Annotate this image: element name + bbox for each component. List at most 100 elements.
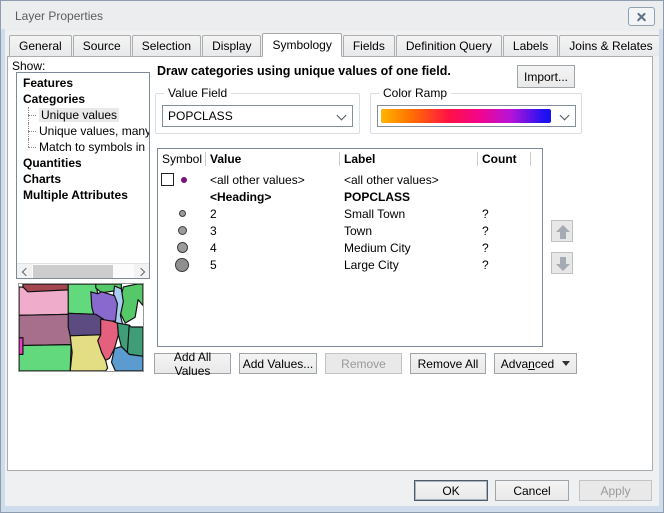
tab-strip: GeneralSourceSelectionDisplaySymbologyFi… (9, 34, 664, 56)
dropdown-caret-icon (562, 361, 570, 366)
point-symbol-icon (181, 177, 187, 183)
count-cell: ? (478, 258, 531, 272)
tab-labels[interactable]: Labels (503, 35, 558, 56)
tab-selection[interactable]: Selection (132, 35, 201, 56)
layer-properties-dialog: Layer Properties GeneralSourceSelectionD… (0, 0, 664, 513)
title-bar[interactable]: Layer Properties (1, 1, 663, 31)
table-row[interactable]: 3Town? (158, 222, 542, 239)
symbol-cell[interactable] (158, 205, 206, 222)
remove-button: Remove (325, 353, 402, 374)
show-item-categories[interactable]: Categories (17, 91, 149, 107)
table-row[interactable]: <Heading>POPCLASS (158, 188, 542, 205)
value-field-group: Value Field POPCLASS (155, 93, 360, 134)
show-item-label: Categories (23, 92, 85, 106)
show-item-label: Features (23, 76, 73, 90)
table-row[interactable]: 4Medium City? (158, 239, 542, 256)
value-cell: <all other values> (206, 173, 340, 187)
point-symbol-icon (177, 242, 188, 253)
table-row[interactable]: <all other values><all other values> (158, 171, 542, 188)
advanced-button[interactable]: Advanced (494, 353, 577, 374)
tab-general[interactable]: General (9, 35, 72, 56)
add-all-values-button[interactable]: Add All Values (154, 353, 231, 374)
tab-source[interactable]: Source (73, 35, 131, 56)
window-frame-left (1, 29, 5, 512)
symbol-cell[interactable] (158, 171, 206, 188)
value-field-selected-value: POPCLASS (168, 109, 233, 123)
symbol-cell[interactable] (158, 256, 206, 273)
show-item-label: Unique values (39, 108, 119, 122)
states-map-image (19, 284, 143, 371)
arrow-up-icon (556, 225, 570, 232)
map-preview-thumbnail (18, 283, 144, 372)
arrow-down-icon (556, 264, 570, 271)
all-other-values-checkbox[interactable] (161, 173, 174, 186)
scrollbar-thumb[interactable] (33, 265, 113, 278)
tab-joins-relates[interactable]: Joins & Relates (559, 35, 662, 56)
count-cell: ? (478, 224, 531, 238)
chevron-down-icon (337, 111, 347, 121)
column-header-value: Value (206, 152, 340, 166)
show-label: Show: (12, 59, 45, 73)
value-cell: 3 (206, 224, 340, 238)
window-frame-bottom (1, 506, 663, 512)
point-symbol-icon (178, 226, 187, 235)
point-symbol-icon (179, 210, 186, 217)
chevron-right-icon (136, 267, 144, 275)
show-list[interactable]: Features Categories Unique values Unique va… (16, 72, 150, 279)
show-item-label: Charts (23, 172, 61, 186)
value-cell: 4 (206, 241, 340, 255)
window-title: Layer Properties (15, 9, 103, 23)
tab-symbology[interactable]: Symbology (262, 33, 341, 57)
tab-display[interactable]: Display (202, 35, 261, 56)
tab-fields[interactable]: Fields (343, 35, 395, 56)
move-up-button[interactable] (551, 220, 573, 242)
show-item-charts[interactable]: Charts (17, 171, 149, 187)
table-row[interactable]: 2Small Town? (158, 205, 542, 222)
remove-all-button[interactable]: Remove All (410, 353, 486, 374)
show-item-multiple-attributes[interactable]: Multiple Attributes (17, 187, 149, 203)
show-item-unique-values[interactable]: Unique values (17, 107, 149, 123)
tab-definition-query[interactable]: Definition Query (396, 35, 502, 56)
label-cell: Small Town (340, 207, 478, 221)
label-cell: Medium City (340, 241, 478, 255)
show-item-features[interactable]: Features (17, 75, 149, 91)
point-symbol-icon (175, 258, 189, 272)
close-button[interactable] (628, 7, 655, 26)
show-item-quantities[interactable]: Quantities (17, 155, 149, 171)
symbol-cell[interactable] (158, 239, 206, 256)
show-item-label: Match to symbols in a (39, 140, 149, 154)
color-ramp-gradient (381, 109, 551, 123)
add-values-button[interactable]: Add Values... (239, 353, 317, 374)
symbol-cell[interactable] (158, 222, 206, 239)
show-list-hscrollbar[interactable] (17, 263, 149, 278)
move-down-button[interactable] (551, 252, 573, 274)
label-cell: POPCLASS (340, 190, 478, 204)
color-ramp-dropdown[interactable] (377, 105, 576, 127)
ok-button[interactable]: OK (414, 480, 488, 501)
show-item-unique-values-many[interactable]: Unique values, many (17, 123, 149, 139)
symbol-cell[interactable] (158, 188, 206, 205)
chevron-left-icon (21, 267, 29, 275)
scroll-left-button[interactable] (17, 264, 32, 278)
categories-table-rows: <all other values><all other values><Hea… (158, 171, 542, 273)
table-row[interactable]: 5Large City? (158, 256, 542, 273)
value-field-dropdown[interactable]: POPCLASS (162, 105, 353, 127)
column-header-count: Count (478, 152, 531, 166)
chevron-down-icon (560, 111, 570, 121)
import-button[interactable]: Import... (517, 65, 575, 88)
show-list-items: Features Categories Unique values Unique va… (17, 75, 149, 203)
scroll-right-button[interactable] (134, 264, 149, 278)
show-item-match-to-symbols-in-a[interactable]: Match to symbols in a (17, 139, 149, 155)
value-cell: 2 (206, 207, 340, 221)
column-header-label: Label (340, 152, 478, 166)
show-item-label: Unique values, many (39, 124, 149, 138)
window-frame-right (659, 29, 663, 512)
show-item-label: Quantities (23, 156, 82, 170)
label-cell: Town (340, 224, 478, 238)
cancel-button[interactable]: Cancel (495, 480, 569, 501)
label-cell: <all other values> (340, 173, 478, 187)
categories-table[interactable]: SymbolValueLabelCount <all other values>… (157, 148, 543, 347)
column-header-symbol: Symbol (158, 152, 206, 166)
categories-table-header: SymbolValueLabelCount (158, 149, 542, 169)
page-heading: Draw categories using unique values of o… (157, 64, 451, 78)
